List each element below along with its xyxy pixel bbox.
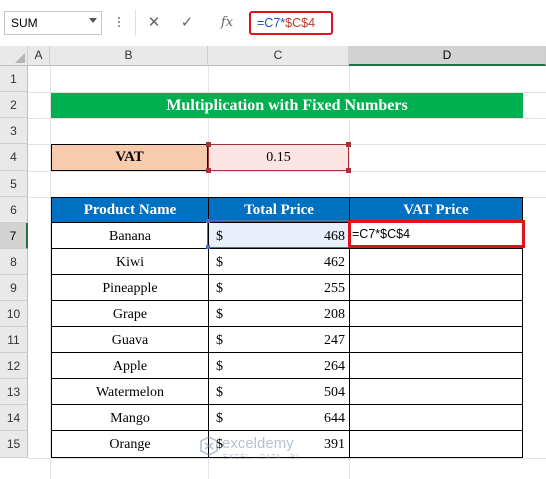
row-header-3[interactable]: 3 [0,118,28,144]
sheet-title: Multiplication with Fixed Numbers [51,93,523,118]
price-cell[interactable]: $208 [208,300,350,327]
currency-symbol: $ [216,359,223,374]
formula-text: =C7*$C$4 [257,16,315,30]
row-header-4[interactable]: 4 [0,144,28,171]
row-header-11[interactable]: 11 [0,327,28,353]
price-cell[interactable]: $504 [208,378,350,405]
range-handle[interactable] [206,219,210,223]
column-header-c[interactable]: C [208,46,349,66]
price-value: 255 [324,281,345,296]
enter-icon[interactable]: ✓ [174,10,200,36]
gridline [28,171,546,172]
product-cell[interactable]: Mango [51,404,209,431]
row-header-10[interactable]: 10 [0,301,28,327]
range-handle[interactable] [206,142,211,147]
range-handle[interactable] [206,245,210,249]
active-cell-d7[interactable]: =C7*$C$4 [348,220,525,248]
product-cell[interactable]: Kiwi [51,248,209,275]
range-handle[interactable] [206,168,211,173]
watermark-tagline: EXCEL · DATA · BI [223,454,299,461]
formula-bar: SUM ✕ ✓ fx =C7*$C$4 [0,0,546,47]
price-value: 247 [324,333,345,348]
chevron-down-icon[interactable] [89,18,97,23]
product-cell[interactable]: Grape [51,300,209,327]
vat-price-cell[interactable] [349,404,523,431]
price-cell[interactable]: $264 [208,352,350,379]
price-cell[interactable]: $255 [208,274,350,301]
vat-price-cell[interactable] [349,378,523,405]
name-box-value: SUM [11,16,38,30]
more-options-icon[interactable] [117,15,121,31]
currency-symbol: $ [216,411,223,426]
product-cell[interactable]: Guava [51,326,209,353]
vat-price-cell[interactable] [349,274,523,301]
cancel-icon[interactable]: ✕ [141,10,167,36]
vat-label-cell[interactable]: VAT [51,144,208,171]
divider [135,10,136,36]
price-value: 504 [324,385,345,400]
currency-symbol: $ [216,255,223,270]
name-box[interactable]: SUM [4,11,102,35]
price-value: 264 [324,359,345,374]
price-value: 462 [324,255,345,270]
product-cell[interactable]: Pineapple [51,274,209,301]
vat-value-cell[interactable]: 0.15 [208,144,349,171]
currency-symbol: $ [216,281,223,296]
currency-symbol: $ [216,333,223,348]
price-cell[interactable]: $462 [208,248,350,275]
price-value: 208 [324,307,345,322]
formula-reference-highlight [206,219,349,249]
product-cell[interactable]: Apple [51,352,209,379]
row-header-2[interactable]: 2 [0,92,28,118]
vat-price-cell[interactable] [349,326,523,353]
product-cell[interactable]: Banana [51,222,209,249]
watermark: exceldemy EXCEL · DATA · BI [200,432,340,466]
column-header-a[interactable]: A [28,46,50,66]
row-header-12[interactable]: 12 [0,353,28,379]
vat-price-cell[interactable] [349,430,523,458]
product-cell[interactable]: Watermelon [51,378,209,405]
range-handle[interactable] [346,142,351,147]
active-cell-formula: =C7*$C$4 [352,227,411,241]
range-handle[interactable] [346,168,351,173]
exceldemy-logo-icon [200,436,218,456]
vat-price-cell[interactable] [349,300,523,327]
column-header-b[interactable]: B [50,46,208,66]
formula-part-1: =C7* [257,16,286,30]
currency-symbol: $ [216,385,223,400]
watermark-name: exceldemy [222,435,294,452]
row-header-7[interactable]: 7 [0,223,28,249]
price-value: 644 [324,411,345,426]
select-all-corner[interactable] [0,46,28,66]
formula-part-2: $C$4 [285,16,316,30]
row-header-9[interactable]: 9 [0,275,28,301]
product-cell[interactable]: Orange [51,430,209,458]
gridline [28,118,546,119]
column-header-d[interactable]: D [349,46,546,66]
row-header-15[interactable]: 15 [0,431,28,458]
vat-price-cell[interactable] [349,352,523,379]
row-header-5[interactable]: 5 [0,171,28,197]
currency-symbol: $ [216,307,223,322]
row-header-6[interactable]: 6 [0,197,28,223]
row-header-14[interactable]: 14 [0,405,28,431]
price-cell[interactable]: $247 [208,326,350,353]
row-header-1[interactable]: 1 [0,66,28,92]
row-header-8[interactable]: 8 [0,249,28,275]
vat-price-cell[interactable] [349,248,523,275]
row-header-13[interactable]: 13 [0,379,28,405]
header-product-name[interactable]: Product Name [51,197,209,223]
insert-function-icon[interactable]: fx [214,10,240,36]
price-cell[interactable]: $644 [208,404,350,431]
formula-input[interactable]: =C7*$C$4 [249,11,333,35]
